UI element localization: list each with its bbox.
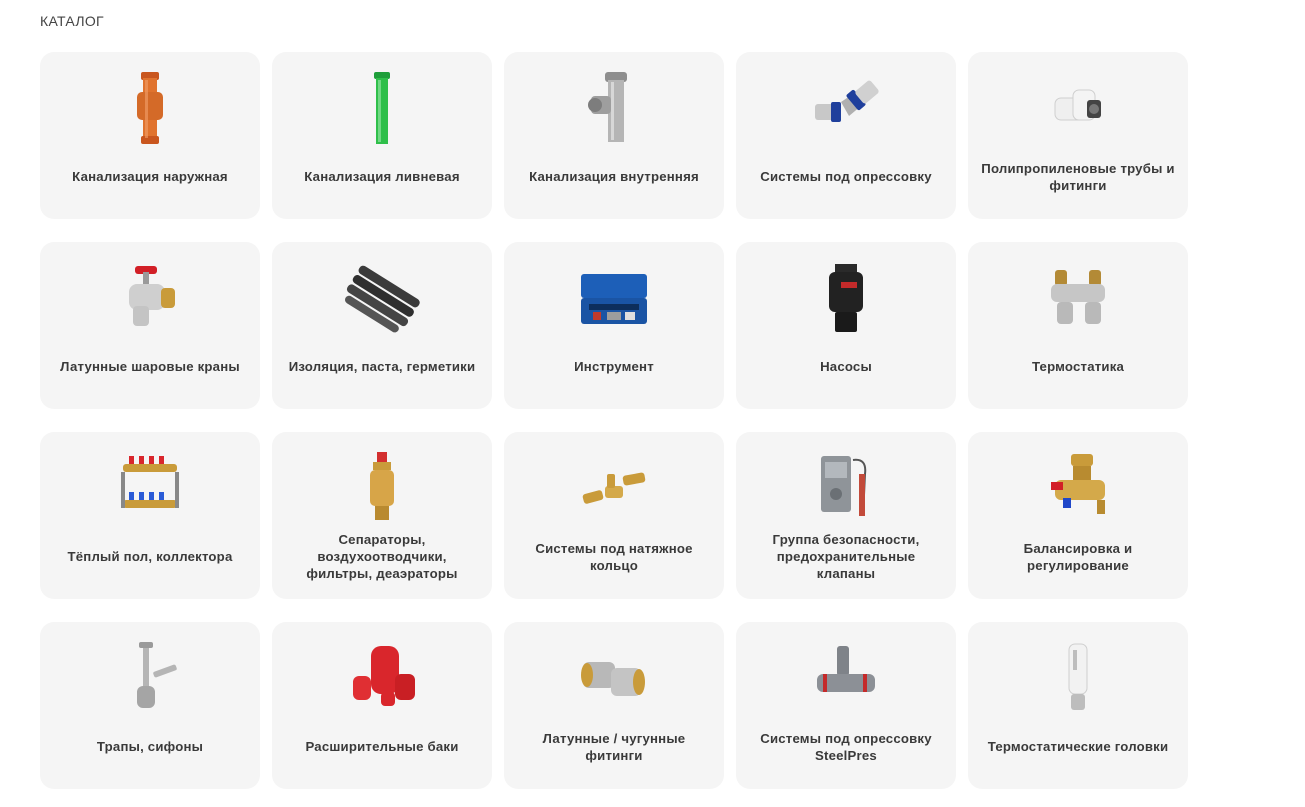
catalog-card-label: Расширительные баки	[305, 739, 459, 754]
orange-sewer-pipe-icon	[100, 68, 200, 148]
catalog-card-label: Изоляция, паста, герметики	[288, 359, 476, 374]
catalog-card-thermostatic[interactable]: Термостатика	[968, 242, 1188, 409]
thermostatic-valve-icon	[1028, 258, 1128, 338]
catalog-card-separators[interactable]: Сепараторы, воздухоотводчики, фильтры, д…	[272, 432, 492, 599]
catalog-card-label: Трапы, сифоны	[96, 739, 204, 754]
catalog-card-expansion-tanks[interactable]: Расширительные баки	[272, 622, 492, 789]
catalog-card-label: Насосы	[820, 359, 872, 374]
catalog-card-indoor-sewer[interactable]: Канализация внутренняя	[504, 52, 724, 219]
foam-insulation-tubes-icon	[332, 258, 432, 338]
catalog-card-label: Инструмент	[574, 359, 654, 374]
page-title: КАТАЛОГ	[40, 13, 104, 29]
press-elbow-fitting-icon	[796, 68, 896, 148]
catalog-card-pp-pipes[interactable]: Полипропиленовые трубы и фитинги	[968, 52, 1188, 219]
catalog-card-label: Латунные шаровые краны	[60, 359, 240, 374]
red-expansion-tanks-icon	[332, 638, 432, 718]
catalog-card-tools[interactable]: Инструмент	[504, 242, 724, 409]
catalog-card-label: Термостатика	[1031, 359, 1125, 374]
catalog-card-label: Тёплый пол, коллектора	[67, 549, 233, 564]
catalog-card-label: Латунные / чугунные фитинги	[542, 730, 686, 763]
siphon-icon	[100, 638, 200, 718]
catalog-card-label: Системы под натяжное кольцо	[535, 540, 693, 573]
safety-thermostat-icon	[796, 448, 896, 528]
catalog-card-drains[interactable]: Трапы, сифоны	[40, 622, 260, 789]
air-separator-icon	[332, 448, 432, 528]
catalog-card-label: Канализация ливневая	[304, 169, 460, 184]
thermostatic-head-icon	[1028, 638, 1128, 718]
catalog-card-press-systems[interactable]: Системы под опрессовку	[736, 52, 956, 219]
catalog-card-pumps[interactable]: Насосы	[736, 242, 956, 409]
catalog-card-storm-sewer[interactable]: Канализация ливневая	[272, 52, 492, 219]
catalog-card-brass-iron-fittings[interactable]: Латунные / чугунные фитинги	[504, 622, 724, 789]
green-drain-pipe-icon	[332, 68, 432, 148]
blue-tool-case-icon	[564, 258, 664, 338]
catalog-card-thermostatic-heads[interactable]: Термостатические головки	[968, 622, 1188, 789]
balancing-valve-icon	[1028, 448, 1128, 528]
white-pp-fitting-icon	[1028, 68, 1128, 148]
catalog-card-outdoor-sewer[interactable]: Канализация наружная	[40, 52, 260, 219]
grey-sewer-tee-icon	[564, 68, 664, 148]
brass-elbow-icon	[564, 638, 664, 718]
catalog-card-label: Группа безопасности, предохранительные к…	[772, 532, 920, 581]
catalog-card-balancing[interactable]: Балансировка и регулирование	[968, 432, 1188, 599]
catalog-card-brass-ball-valves[interactable]: Латунные шаровые краны	[40, 242, 260, 409]
catalog-card-label: Сепараторы, воздухоотводчики, фильтры, д…	[306, 532, 458, 581]
brass-ball-valve-icon	[100, 258, 200, 338]
catalog-card-tension-ring[interactable]: Системы под натяжное кольцо	[504, 432, 724, 599]
catalog-card-floor-heating[interactable]: Тёплый пол, коллектора	[40, 432, 260, 599]
circulation-pump-icon	[796, 258, 896, 338]
catalog-card-label: Термостатические головки	[987, 739, 1169, 754]
brass-ring-fittings-icon	[564, 448, 664, 528]
catalog-card-steelpres[interactable]: Системы под опрессовку SteelPres	[736, 622, 956, 789]
catalog-card-label: Канализация наружная	[72, 169, 228, 184]
catalog-grid: Канализация наружная Канализация ливнева…	[40, 52, 1188, 789]
catalog-card-safety-group[interactable]: Группа безопасности, предохранительные к…	[736, 432, 956, 599]
catalog-card-label: Канализация внутренняя	[529, 169, 699, 184]
catalog-card-insulation[interactable]: Изоляция, паста, герметики	[272, 242, 492, 409]
catalog-card-label: Системы под опрессовку	[760, 169, 932, 184]
catalog-card-label: Полипропиленовые трубы и фитинги	[981, 160, 1175, 193]
manifold-icon	[100, 448, 200, 528]
catalog-card-label: Балансировка и регулирование	[1023, 540, 1133, 573]
catalog-card-label: Системы под опрессовку SteelPres	[760, 730, 932, 763]
steel-press-tee-icon	[796, 638, 896, 718]
